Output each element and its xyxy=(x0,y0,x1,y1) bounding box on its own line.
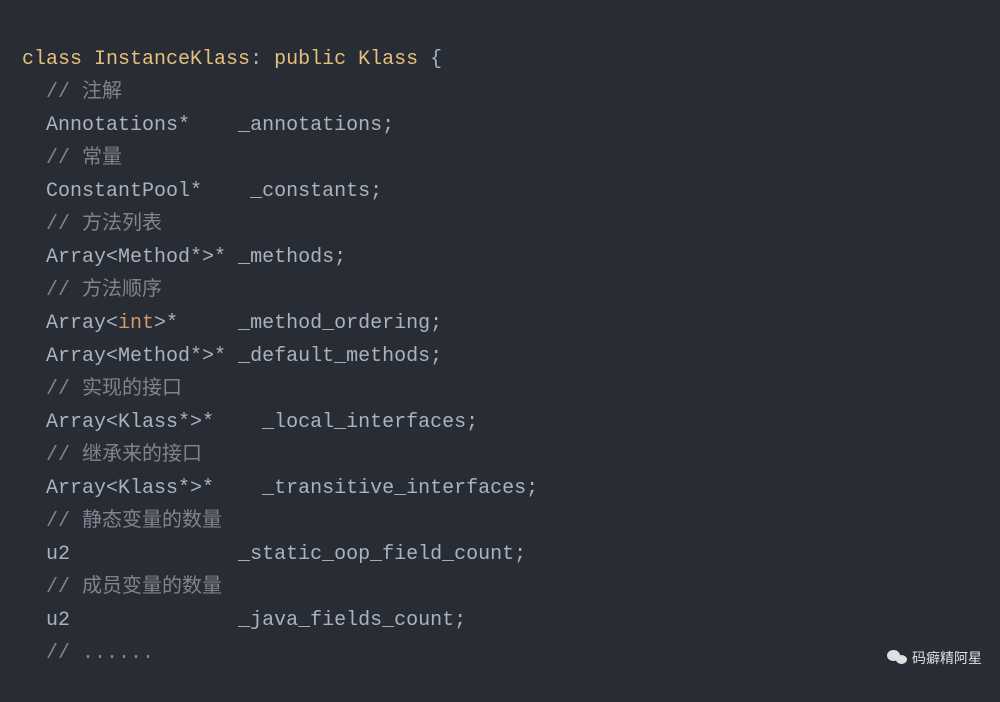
brace-open: { xyxy=(430,48,442,71)
class-name: InstanceKlass xyxy=(94,48,250,71)
field-java-fields: _java_fields_count; xyxy=(238,609,466,632)
type-annotations: Annotations* xyxy=(46,114,190,137)
keyword-public: public xyxy=(274,48,346,71)
field-transitive-interfaces: _transitive_interfaces; xyxy=(262,477,538,500)
colon: : xyxy=(250,48,262,71)
watermark-text: 码癖精阿星 xyxy=(912,647,982,670)
type-u2: u2 xyxy=(46,543,70,566)
code-block: class InstanceKlass: public Klass { // 注… xyxy=(22,10,978,670)
type-array-klass2: Array<Klass*>* xyxy=(46,477,214,500)
keyword-int: int xyxy=(118,312,154,335)
watermark: 码癖精阿星 xyxy=(887,647,982,670)
field-methods: _methods; xyxy=(238,246,346,269)
comment: // 常量 xyxy=(46,147,122,170)
type-array-int-p2: >* xyxy=(154,312,178,335)
field-annotations: _annotations; xyxy=(238,114,394,137)
field-static-oop: _static_oop_field_count; xyxy=(238,543,526,566)
comment: // 成员变量的数量 xyxy=(46,576,222,599)
comment: // 继承来的接口 xyxy=(46,444,202,467)
comment-ellipsis: // ...... xyxy=(46,642,154,665)
field-method-ordering: _method_ordering; xyxy=(238,312,442,335)
type-array-method2: Array<Method*>* xyxy=(46,345,226,368)
field-default-methods: _default_methods; xyxy=(238,345,442,368)
field-constants: _constants; xyxy=(250,180,382,203)
comment: // 方法列表 xyxy=(46,213,162,236)
type-u2-2: u2 xyxy=(46,609,70,632)
base-class: Klass xyxy=(358,48,418,71)
comment: // 方法顺序 xyxy=(46,279,162,302)
comment: // 注解 xyxy=(46,81,122,104)
field-local-interfaces: _local_interfaces; xyxy=(262,411,478,434)
comment: // 静态变量的数量 xyxy=(46,510,222,533)
type-array-int-p1: Array< xyxy=(46,312,118,335)
type-array-klass: Array<Klass*>* xyxy=(46,411,214,434)
keyword-class: class xyxy=(22,48,82,71)
type-array-method: Array<Method*>* xyxy=(46,246,226,269)
comment: // 实现的接口 xyxy=(46,378,182,401)
type-constantpool: ConstantPool* xyxy=(46,180,202,203)
wechat-icon xyxy=(887,648,907,668)
